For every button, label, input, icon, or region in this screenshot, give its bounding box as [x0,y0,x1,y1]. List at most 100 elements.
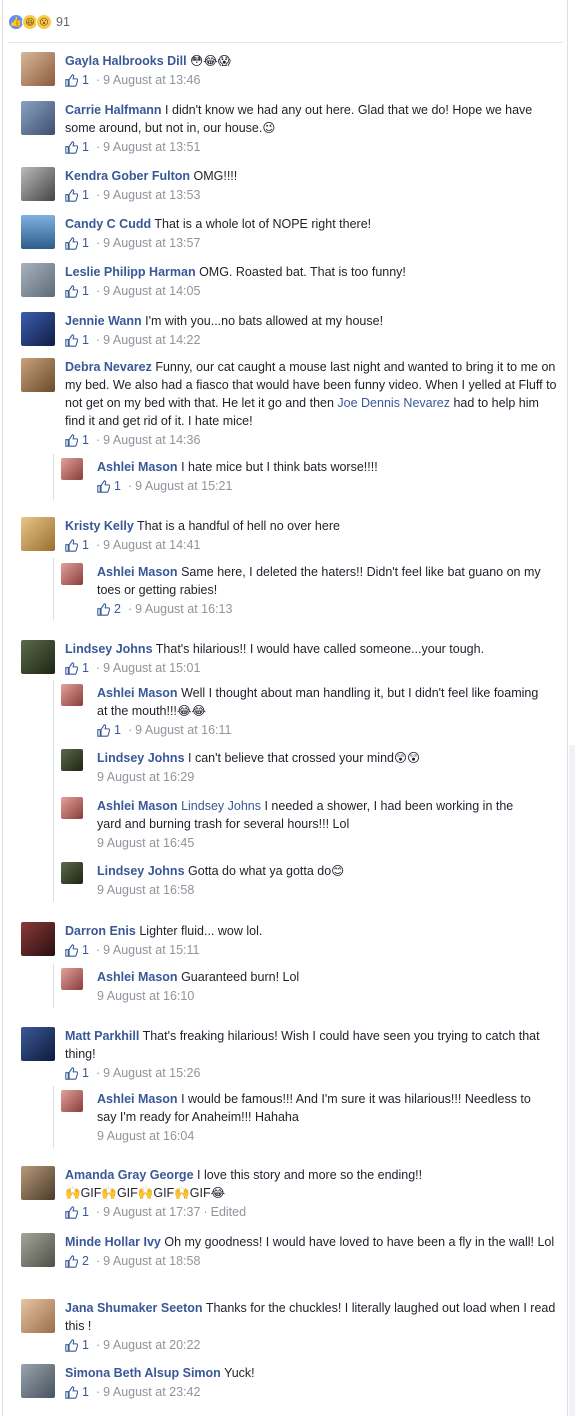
thumbs-up-icon[interactable] [65,333,78,347]
reply-time[interactable]: 9 August at 16:10 [97,988,194,1004]
thumbs-up-icon[interactable] [65,538,78,552]
avatar[interactable] [21,640,55,674]
comment-time[interactable]: 9 August at 14:22 [103,332,200,348]
thumbs-up-icon[interactable] [97,723,110,737]
avatar[interactable] [21,1233,55,1267]
avatar[interactable] [21,263,55,297]
avatar[interactable] [21,312,55,346]
comment-author[interactable]: Matt Parkhill [65,1029,139,1043]
reply-time[interactable]: 9 August at 16:04 [97,1128,194,1144]
avatar[interactable] [61,749,83,771]
comment-time[interactable]: 9 August at 23:42 [103,1384,200,1400]
comment-time[interactable]: 9 August at 15:01 [103,660,200,676]
comment-time[interactable]: 9 August at 13:46 [103,72,200,88]
thumbs-up-icon[interactable] [65,943,78,957]
comment-time[interactable]: 9 August at 17:37 [103,1204,200,1220]
reply-text: Gotta do what ya gotta do😊 [188,864,345,878]
comment-time[interactable]: 9 August at 20:22 [103,1337,200,1353]
thumbs-up-icon[interactable] [65,1205,78,1219]
avatar[interactable] [21,922,55,956]
avatar[interactable] [61,563,83,585]
mention-link[interactable]: Lindsey Johns [181,799,261,813]
thumbs-up-icon[interactable] [65,1254,78,1268]
comment-author[interactable]: Leslie Philipp Harman [65,265,196,279]
avatar[interactable] [21,1299,55,1333]
thumbs-up-icon[interactable] [65,73,78,87]
reply: Ashlei Mason Guaranteed burn! Lol 9 Augu… [61,968,541,1004]
reply-author[interactable]: Ashlei Mason [97,460,178,474]
avatar[interactable] [61,968,83,990]
reply-time[interactable]: 9 August at 16:29 [97,769,194,785]
avatar[interactable] [21,1166,55,1200]
comment-time[interactable]: 9 August at 18:58 [103,1253,200,1269]
avatar[interactable] [61,797,83,819]
reply-author[interactable]: Ashlei Mason [97,1092,178,1106]
thumbs-up-icon[interactable] [97,602,110,616]
avatar[interactable] [21,1027,55,1061]
comment-author[interactable]: Jana Shumaker Seeton [65,1301,203,1315]
thumbs-up-icon[interactable] [65,1066,78,1080]
reply-time[interactable]: 9 August at 16:45 [97,835,194,851]
comment-author[interactable]: Gayla Halbrooks Dill [65,54,187,68]
avatar[interactable] [21,358,55,392]
comment-author[interactable]: Carrie Halfmann [65,103,162,117]
reply-time[interactable]: 9 August at 16:13 [135,601,232,617]
avatar[interactable] [61,684,83,706]
reply-time[interactable]: 9 August at 16:11 [135,722,231,738]
comment-author[interactable]: Darron Enis [65,924,136,938]
thumbs-up-icon[interactable] [65,236,78,250]
comment-author[interactable]: Amanda Gray George [65,1168,194,1182]
comment-text: Lighter fluid... wow lol. [139,924,263,938]
comment-author[interactable]: Debra Nevarez [65,360,152,374]
edited-label[interactable]: Edited [211,1204,246,1220]
avatar[interactable] [21,215,55,249]
reply-author[interactable]: Lindsey Johns [97,751,185,765]
comment-time[interactable]: 9 August at 14:36 [103,432,200,448]
reactions-summary[interactable]: 👍 😆 😮 91 [8,10,563,43]
reply-author[interactable]: Ashlei Mason [97,970,178,984]
thumbs-up-icon[interactable] [65,188,78,202]
like-count: 1 [82,1205,89,1219]
avatar[interactable] [21,167,55,201]
avatar[interactable] [61,1090,83,1112]
reply-author[interactable]: Lindsey Johns [97,864,185,878]
comment: Simona Beth Alsup Simon Yuck! 1 · 9 August… [21,1364,561,1400]
comment-time[interactable]: 9 August at 14:41 [103,537,200,553]
mention-link[interactable]: Joe Dennis Nevarez [337,396,450,410]
avatar[interactable] [21,1364,55,1398]
avatar[interactable] [61,458,83,480]
comment-time[interactable]: 9 August at 13:57 [103,235,200,251]
thumbs-up-icon[interactable] [65,661,78,675]
reply: Ashlei Mason Same here, I deleted the ha… [61,563,541,617]
comment-author[interactable]: Jennie Wann [65,314,142,328]
comment-time[interactable]: 9 August at 15:26 [103,1065,200,1081]
avatar[interactable] [61,862,83,884]
avatar[interactable] [21,101,55,135]
like-count: 2 [82,1254,89,1268]
like-count: 1 [82,140,89,154]
reply-time[interactable]: 9 August at 15:21 [135,478,232,494]
comment-time[interactable]: 9 August at 15:11 [103,942,199,958]
reply-author[interactable]: Ashlei Mason [97,565,178,579]
comment-time[interactable]: 9 August at 13:53 [103,187,200,203]
comment-author[interactable]: Kendra Gober Fulton [65,169,190,183]
comment-author[interactable]: Candy C Cudd [65,217,151,231]
thumbs-up-icon[interactable] [65,140,78,154]
comment-author[interactable]: Lindsey Johns [65,642,153,656]
comment-author[interactable]: Minde Hollar Ivy [65,1235,161,1249]
comment-time[interactable]: 9 August at 13:51 [103,139,200,155]
comment-author[interactable]: Simona Beth Alsup Simon [65,1366,221,1380]
thumbs-up-icon[interactable] [65,1338,78,1352]
thumbs-up-icon[interactable] [65,433,78,447]
thumbs-up-icon[interactable] [97,479,110,493]
comment-author[interactable]: Kristy Kelly [65,519,134,533]
thread-line [53,964,54,1008]
comment-time[interactable]: 9 August at 14:05 [103,283,200,299]
reply-author[interactable]: Ashlei Mason [97,799,178,813]
thumbs-up-icon[interactable] [65,1385,78,1399]
avatar[interactable] [21,517,55,551]
reply-time[interactable]: 9 August at 16:58 [97,882,194,898]
thumbs-up-icon[interactable] [65,284,78,298]
avatar[interactable] [21,52,55,86]
reply-author[interactable]: Ashlei Mason [97,686,178,700]
